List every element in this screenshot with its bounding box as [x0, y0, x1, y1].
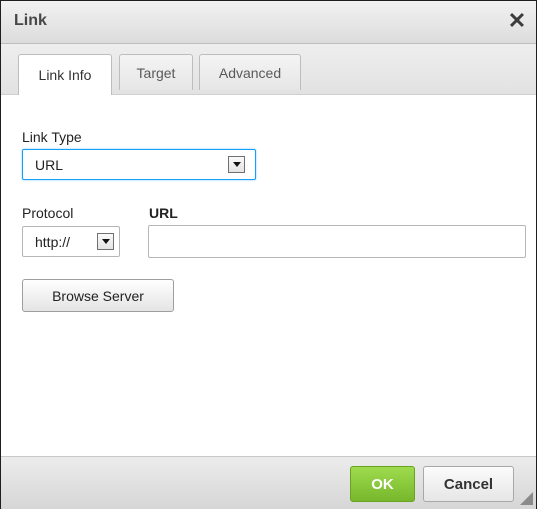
url-label: URL — [149, 205, 178, 221]
link-type-value: URL — [35, 156, 64, 173]
link-type-label: Link Type — [22, 129, 82, 145]
tab-bar: Link Info Target Advanced — [1, 44, 536, 95]
link-dialog: Link ✕ Link Info Target Advanced Link Ty… — [0, 0, 537, 509]
ok-button[interactable]: OK — [350, 466, 415, 502]
dialog-footer: OK Cancel — [1, 456, 536, 509]
tab-advanced[interactable]: Advanced — [199, 54, 301, 90]
browse-server-button[interactable]: Browse Server — [22, 279, 174, 312]
chevron-down-icon[interactable] — [97, 233, 114, 250]
protocol-value: http:// — [35, 233, 71, 250]
chevron-down-icon[interactable] — [228, 156, 245, 173]
resize-handle-icon[interactable] — [520, 492, 533, 505]
dialog-title: Link — [14, 12, 47, 29]
protocol-select[interactable]: http:// — [22, 226, 120, 257]
dialog-titlebar[interactable]: Link ✕ — [1, 1, 536, 44]
tab-content-link-info: Link Type URL Protocol URL http:// Brows… — [1, 95, 536, 456]
tab-target[interactable]: Target — [119, 54, 193, 90]
url-input[interactable] — [148, 225, 526, 258]
cancel-button[interactable]: Cancel — [423, 466, 514, 502]
link-type-select[interactable]: URL — [22, 149, 256, 180]
close-icon[interactable]: ✕ — [503, 7, 531, 35]
protocol-label: Protocol — [22, 205, 74, 221]
tab-link-info[interactable]: Link Info — [18, 54, 112, 95]
